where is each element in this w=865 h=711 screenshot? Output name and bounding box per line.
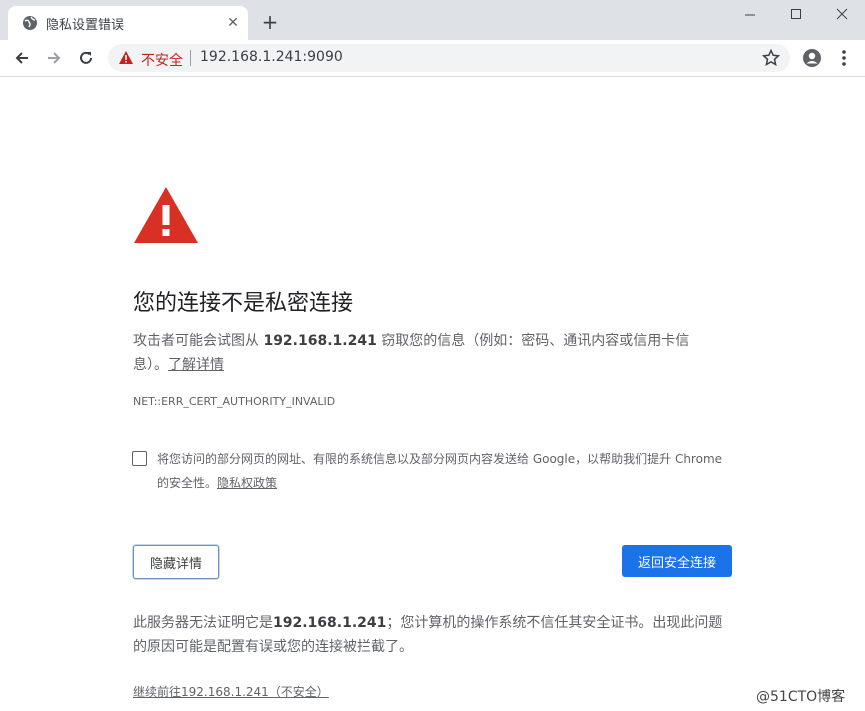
privacy-policy-link[interactable]: 隐私权政策 [217, 476, 277, 490]
arrow-left-icon [15, 52, 28, 64]
url-text[interactable]: 192.168.1.241:9090 [200, 49, 343, 65]
browser-tab[interactable]: 隐私设置错误 ✕ [8, 6, 248, 40]
not-secure-label[interactable]: 不安全 [141, 50, 183, 70]
profile-button[interactable] [802, 48, 822, 68]
warning-icon[interactable] [118, 50, 134, 66]
forward-button[interactable] [40, 44, 68, 72]
maximize-icon [791, 9, 801, 19]
window-close-button[interactable] [819, 0, 865, 28]
tab-close-icon[interactable]: ✕ [224, 14, 242, 32]
arrow-right-icon [48, 52, 61, 64]
maximize-button[interactable] [773, 0, 819, 28]
error-code: NET::ERR_CERT_AUTHORITY_INVALID [133, 395, 336, 408]
reload-button[interactable] [72, 44, 100, 72]
tab-title: 隐私设置错误 [46, 18, 125, 33]
more-vert-icon [842, 50, 846, 66]
interstitial-page: 您的连接不是私密连接 攻击者可能会试图从 192.168.1.241 窃取您的信… [0, 77, 865, 711]
details-host: 192.168.1.241 [273, 615, 387, 631]
reload-icon [80, 51, 92, 64]
report-checkbox[interactable] [132, 451, 147, 466]
back-to-safety-button[interactable]: 返回安全连接 [622, 545, 732, 577]
details-text: 此服务器无法证明它是192.168.1.241；您计算机的操作系统不信任其安全证… [133, 611, 733, 659]
minimize-icon [745, 14, 755, 16]
globe-icon [23, 16, 37, 30]
page-title: 您的连接不是私密连接 [133, 291, 354, 316]
report-checkbox-label: 将您访问的部分网页的网址、有限的系统信息以及部分网页内容发送给 Google，以… [157, 447, 727, 495]
account-icon [803, 49, 821, 67]
window-close-icon [836, 8, 848, 20]
learn-more-link[interactable]: 了解详情 [168, 357, 224, 373]
new-tab-button[interactable]: + [258, 10, 282, 34]
browser-toolbar: 不安全 192.168.1.241:9090 [0, 40, 865, 77]
details-prefix: 此服务器无法证明它是 [133, 615, 273, 631]
tab-strip: 隐私设置错误 ✕ + [0, 0, 865, 40]
back-button[interactable] [8, 44, 36, 72]
bookmark-star-icon[interactable] [762, 49, 780, 67]
menu-button[interactable] [834, 48, 854, 68]
divider [190, 50, 191, 66]
minimize-button[interactable] [727, 0, 773, 28]
watermark: @51CTO博客 [756, 689, 846, 705]
proceed-unsafe-link[interactable]: 继续前往192.168.1.241（不安全） [133, 683, 329, 700]
hide-details-button[interactable]: 隐藏详情 [133, 545, 219, 579]
warning-description: 攻击者可能会试图从 192.168.1.241 窃取您的信息（例如：密码、通讯内… [133, 329, 723, 377]
desc-prefix: 攻击者可能会试图从 [133, 333, 264, 349]
warning-triangle-icon [134, 187, 198, 243]
desc-host: 192.168.1.241 [263, 333, 377, 349]
address-bar[interactable]: 不安全 192.168.1.241:9090 [108, 44, 790, 72]
